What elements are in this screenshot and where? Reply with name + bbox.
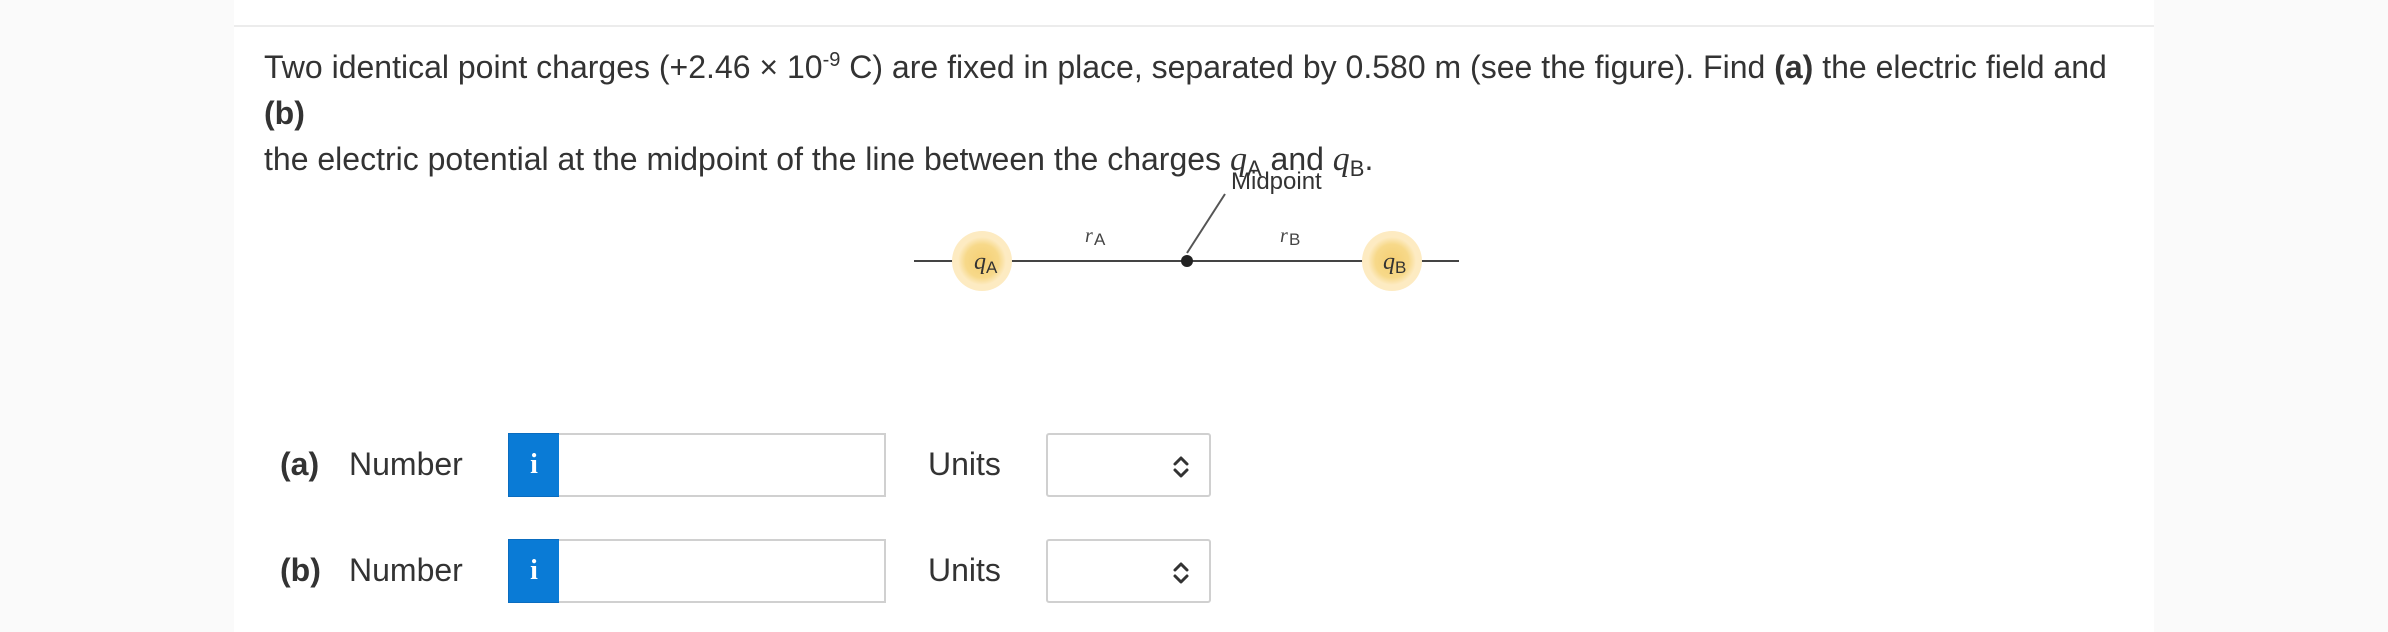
- part-b-marker: (b): [264, 95, 305, 131]
- midpoint-pointer: [1186, 193, 1226, 254]
- number-input-b[interactable]: [559, 539, 886, 603]
- answer-row-b: (b) Number i Units: [234, 539, 2154, 605]
- number-label: Number: [349, 552, 463, 588]
- part-label: (a): [280, 446, 320, 482]
- svg-text:r: r: [1085, 225, 1093, 247]
- up-down-chevron-icon: [1173, 562, 1189, 584]
- qa-letter: q: [974, 249, 986, 275]
- qb-sub: B: [1395, 258, 1406, 277]
- charges-figure: q A q B Midpoint r A r B: [914, 150, 1494, 300]
- up-down-chevron-icon: [1173, 456, 1189, 478]
- units-label: Units: [928, 552, 1001, 588]
- qb-letter: q: [1383, 249, 1395, 275]
- question-text-part: Two identical point charges (+2.46 × 10: [264, 49, 823, 85]
- question-panel: Two identical point charges (+2.46 × 10-…: [234, 0, 2154, 632]
- number-input-a[interactable]: [559, 433, 886, 497]
- exponent: -9: [822, 49, 841, 71]
- info-icon[interactable]: i: [508, 433, 560, 497]
- midpoint-dot: [1181, 255, 1193, 267]
- answer-row-a: (a) Number i Units: [234, 433, 2154, 499]
- units-select-a[interactable]: [1046, 433, 1211, 497]
- question-text-part: C) are fixed in place, separated by 0.58…: [840, 49, 1775, 85]
- svg-text:A: A: [1094, 230, 1106, 249]
- divider: [234, 25, 2154, 27]
- units-select-b[interactable]: [1046, 539, 1211, 603]
- number-label: Number: [349, 446, 463, 482]
- svg-text:r: r: [1280, 225, 1288, 247]
- info-icon[interactable]: i: [508, 539, 560, 603]
- ra-label: r A: [1085, 225, 1106, 249]
- svg-text:B: B: [1289, 230, 1300, 249]
- midpoint-label: Midpoint: [1231, 168, 1322, 195]
- charge-qa: q A: [952, 231, 1012, 291]
- qa-sub: A: [986, 258, 998, 277]
- units-label: Units: [928, 446, 1001, 482]
- rb-label: r B: [1280, 225, 1300, 249]
- part-a-marker: (a): [1774, 49, 1814, 85]
- part-label: (b): [280, 552, 321, 588]
- question-text-part: the electric field and: [1813, 49, 2107, 85]
- charge-qb: q B: [1362, 231, 1422, 291]
